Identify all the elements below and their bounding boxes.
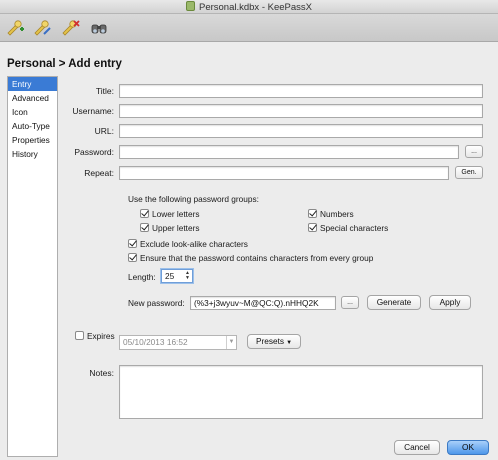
special-characters-label: Special characters bbox=[320, 223, 389, 233]
checkbox-unchecked-icon bbox=[75, 331, 84, 340]
category-item-icon[interactable]: Icon bbox=[8, 105, 57, 119]
expires-label: Expires bbox=[87, 331, 115, 341]
checkbox-checked-icon bbox=[128, 239, 137, 248]
repeat-label: Repeat: bbox=[84, 168, 114, 178]
url-field[interactable] bbox=[119, 124, 483, 138]
checkbox-checked-icon bbox=[140, 209, 149, 218]
checkbox-checked-icon bbox=[128, 253, 137, 262]
category-item-properties[interactable]: Properties bbox=[8, 133, 57, 147]
cancel-button[interactable]: Cancel bbox=[394, 440, 440, 455]
every-group-label: Ensure that the password contains charac… bbox=[140, 253, 374, 263]
window-title-bar: Personal.kdbx - KeePassX bbox=[0, 0, 498, 14]
window-title: Personal.kdbx - KeePassX bbox=[0, 1, 498, 13]
title-label: Title: bbox=[95, 86, 114, 96]
special-characters-checkbox[interactable]: Special characters bbox=[308, 223, 388, 234]
dropdown-arrow-icon: ▼ bbox=[226, 336, 236, 349]
expiry-date-value: 05/10/2013 16:52 bbox=[123, 337, 188, 347]
lower-letters-checkbox[interactable]: Lower letters bbox=[140, 209, 200, 220]
length-label: Length: bbox=[128, 272, 156, 282]
search-icon[interactable] bbox=[89, 18, 109, 38]
every-group-checkbox[interactable]: Ensure that the password contains charac… bbox=[128, 253, 373, 264]
presets-button[interactable]: Presets ▼ bbox=[247, 334, 301, 349]
title-field[interactable] bbox=[119, 84, 483, 98]
username-label: Username: bbox=[72, 106, 114, 116]
exclude-lookalike-checkbox[interactable]: Exclude look-alike characters bbox=[128, 239, 248, 250]
window-title-text: Personal.kdbx - KeePassX bbox=[198, 2, 312, 13]
apply-button[interactable]: Apply bbox=[429, 295, 471, 310]
category-item-auto-type[interactable]: Auto-Type bbox=[8, 119, 57, 133]
category-item-entry[interactable]: Entry bbox=[8, 77, 57, 91]
new-password-field[interactable] bbox=[190, 296, 336, 310]
password-groups-label: Use the following password groups: bbox=[128, 194, 259, 204]
page-title: Personal > Add entry bbox=[7, 58, 122, 70]
new-password-label: New password: bbox=[128, 298, 185, 308]
checkbox-checked-icon bbox=[308, 209, 317, 218]
notes-label: Notes: bbox=[89, 368, 114, 378]
url-label: URL: bbox=[94, 126, 114, 136]
password-label: Password: bbox=[74, 147, 114, 157]
spin-arrows-icon[interactable]: ▲ ▼ bbox=[184, 271, 191, 281]
ok-button[interactable]: OK bbox=[447, 440, 489, 455]
document-icon bbox=[185, 1, 195, 11]
toggle-password-visibility-button[interactable]: ... bbox=[465, 145, 483, 158]
upper-letters-label: Upper letters bbox=[152, 223, 200, 233]
length-spinbox[interactable]: 25 ▲ ▼ bbox=[161, 269, 193, 283]
category-list: Entry Advanced Icon Auto-Type Properties… bbox=[7, 76, 58, 457]
repeat-password-field[interactable] bbox=[119, 166, 449, 180]
password-field[interactable] bbox=[119, 145, 459, 159]
numbers-checkbox[interactable]: Numbers bbox=[308, 209, 354, 220]
toolbar bbox=[0, 14, 498, 42]
numbers-label: Numbers bbox=[320, 209, 354, 219]
lower-letters-label: Lower letters bbox=[152, 209, 200, 219]
chevron-down-icon: ▼ bbox=[286, 340, 293, 346]
username-field[interactable] bbox=[119, 104, 483, 118]
length-value: 25 bbox=[165, 271, 175, 281]
exclude-lookalike-label: Exclude look-alike characters bbox=[140, 239, 248, 249]
checkbox-checked-icon bbox=[308, 223, 317, 232]
category-item-advanced[interactable]: Advanced bbox=[8, 91, 57, 105]
upper-letters-checkbox[interactable]: Upper letters bbox=[140, 223, 200, 234]
generate-password-toggle-button[interactable]: Gen. bbox=[455, 166, 483, 179]
category-item-history[interactable]: History bbox=[8, 147, 57, 161]
reveal-new-password-button[interactable]: ... bbox=[341, 296, 359, 309]
delete-entry-icon[interactable] bbox=[60, 18, 80, 38]
edit-entry-icon[interactable] bbox=[32, 18, 52, 38]
expiry-date-field[interactable]: 05/10/2013 16:52 ▼ bbox=[119, 335, 237, 350]
expires-checkbox[interactable]: Expires bbox=[75, 331, 115, 342]
presets-label: Presets bbox=[255, 336, 285, 346]
add-entry-icon[interactable] bbox=[5, 18, 25, 38]
checkbox-checked-icon bbox=[140, 223, 149, 232]
notes-field[interactable] bbox=[119, 365, 483, 419]
generate-button[interactable]: Generate bbox=[367, 295, 421, 310]
